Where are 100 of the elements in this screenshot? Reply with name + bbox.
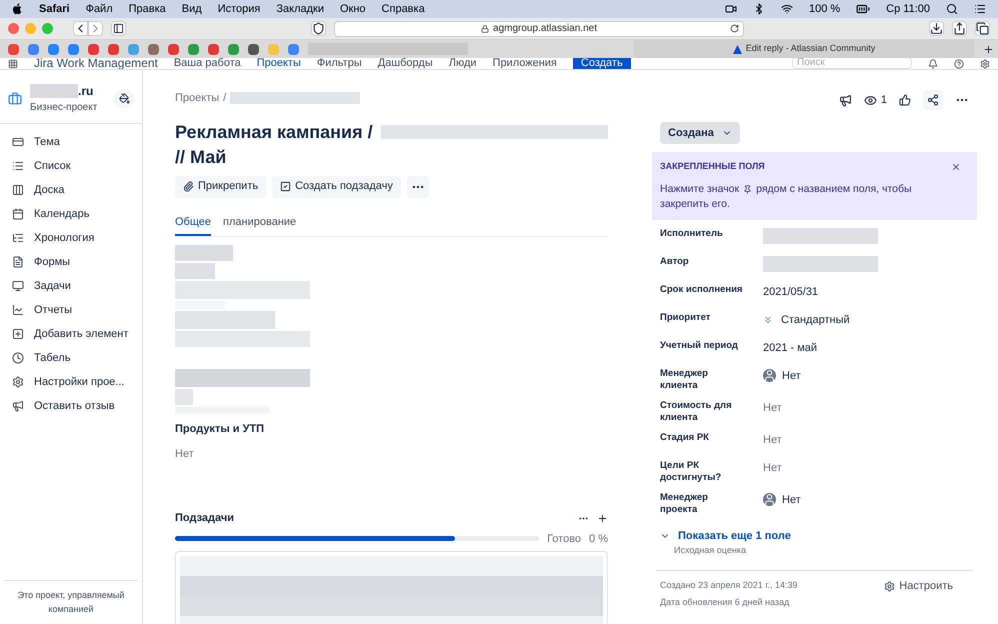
clock[interactable]: Ср 11:00 bbox=[886, 0, 930, 18]
search-field[interactable]: Поиск bbox=[792, 58, 912, 69]
share-button[interactable] bbox=[923, 90, 943, 110]
tabs-icon[interactable] bbox=[975, 21, 990, 36]
favicon-icon[interactable] bbox=[168, 44, 179, 54]
app-menu[interactable]: Safari bbox=[39, 0, 70, 18]
nav-item[interactable]: Проекты bbox=[256, 58, 301, 69]
app-switcher-icon[interactable] bbox=[8, 59, 18, 69]
camera-icon[interactable] bbox=[724, 3, 737, 15]
pin-icon bbox=[743, 184, 752, 194]
watchers-count: 1 bbox=[880, 92, 887, 108]
share-icon[interactable] bbox=[952, 21, 967, 36]
close-icon[interactable] bbox=[951, 162, 961, 172]
field-value: Нет bbox=[763, 400, 782, 416]
field-label: Автор bbox=[660, 256, 690, 268]
more-button[interactable] bbox=[406, 176, 429, 198]
sidebar-item[interactable]: Список bbox=[34, 158, 71, 174]
field-label: Цели РК достигнуты? bbox=[660, 460, 722, 484]
favicon-icon[interactable] bbox=[48, 44, 59, 54]
field-label: Менеджер клиента bbox=[660, 368, 709, 392]
help-icon[interactable] bbox=[954, 59, 964, 69]
project-icon bbox=[8, 92, 22, 106]
sidebar-item[interactable]: Календарь bbox=[34, 206, 90, 222]
address-bar[interactable]: agmgroup.atlassian.net bbox=[334, 20, 744, 36]
menu-item[interactable]: История bbox=[218, 0, 260, 18]
add-icon[interactable] bbox=[597, 512, 608, 524]
tab[interactable]: планирование bbox=[223, 214, 296, 236]
sidebar-item[interactable]: Табель bbox=[34, 350, 70, 366]
status-dropdown[interactable]: Создана bbox=[660, 122, 740, 144]
sidebar-icon[interactable] bbox=[111, 21, 126, 36]
menu-item[interactable]: Правка bbox=[128, 0, 166, 18]
configure-button[interactable]: Настроить bbox=[884, 578, 953, 594]
attach-button[interactable]: Прикрепить bbox=[175, 176, 266, 198]
field-label: Стоимость для клиента bbox=[660, 400, 733, 424]
reload-icon[interactable] bbox=[730, 24, 739, 33]
nav-item[interactable]: Люди bbox=[448, 58, 477, 69]
updated-date: Дата обновления 6 дней назад bbox=[660, 596, 790, 609]
breadcrumb-separator: / bbox=[223, 91, 226, 106]
watch-icon[interactable] bbox=[864, 94, 877, 106]
favicon-icon[interactable] bbox=[8, 44, 19, 54]
progress-label: Готово bbox=[547, 532, 582, 546]
apple-icon[interactable] bbox=[12, 3, 23, 15]
paint-bucket-icon bbox=[118, 93, 130, 104]
favicon-icon[interactable] bbox=[208, 44, 219, 54]
favicon-icon[interactable] bbox=[148, 44, 159, 54]
sidebar-item[interactable]: Формы bbox=[34, 254, 70, 270]
banner-text: рядом с названием поля, чтобы bbox=[756, 182, 912, 196]
sidebar-item[interactable]: Хронология bbox=[34, 230, 94, 246]
create-subtask-button[interactable]: Создать подзадачу bbox=[272, 176, 401, 198]
create-button[interactable]: Создать bbox=[572, 58, 631, 69]
theme-button[interactable] bbox=[114, 88, 134, 108]
sidebar-item-icon bbox=[12, 400, 24, 412]
field-label: Приоритет bbox=[660, 312, 712, 324]
back-icon[interactable] bbox=[73, 21, 88, 36]
sidebar-item-icon bbox=[12, 256, 24, 268]
sidebar-item[interactable]: Тема bbox=[34, 134, 60, 150]
favicon-icon[interactable] bbox=[88, 44, 99, 54]
browser-tab[interactable]: Edit reply - Atlassian Community bbox=[634, 40, 974, 58]
menu-item[interactable]: Файл bbox=[86, 0, 113, 18]
sidebar-item[interactable]: Настройки прое... bbox=[34, 374, 124, 390]
favicon-icon[interactable] bbox=[68, 44, 79, 54]
gear-icon bbox=[884, 581, 896, 592]
menu-item[interactable]: Справка bbox=[382, 0, 425, 18]
sidebar-item[interactable]: Задачи bbox=[34, 278, 71, 294]
sidebar-item[interactable]: Отчеты bbox=[34, 302, 72, 318]
notifications-icon[interactable] bbox=[928, 59, 938, 69]
like-icon[interactable] bbox=[899, 94, 911, 106]
field-value: 2021/05/31 bbox=[763, 284, 818, 300]
favicon-icon[interactable] bbox=[108, 44, 119, 54]
nav-item[interactable]: Дашборды bbox=[378, 58, 433, 69]
favicon-icon[interactable] bbox=[28, 44, 39, 54]
field-value: Нет bbox=[175, 446, 195, 462]
privacy-icon[interactable] bbox=[311, 21, 326, 36]
sidebar-item[interactable]: Доска bbox=[34, 182, 64, 198]
show-more-link[interactable]: Показать еще 1 поле bbox=[678, 528, 791, 544]
settings-icon[interactable] bbox=[980, 59, 990, 69]
tab[interactable]: Общее bbox=[175, 214, 212, 236]
favicon-icon[interactable] bbox=[288, 44, 299, 54]
nav-item[interactable]: Фильтры bbox=[316, 58, 362, 69]
battery-icon[interactable] bbox=[856, 2, 870, 16]
sidebar-item[interactable]: Добавить элемент bbox=[34, 326, 128, 342]
avatar-icon bbox=[763, 493, 776, 506]
nav-item[interactable]: Ваша работа bbox=[174, 58, 241, 69]
nav-item[interactable]: Приложения bbox=[492, 58, 557, 69]
menu-item[interactable]: Окно bbox=[340, 0, 366, 18]
breadcrumb-link[interactable]: Проекты bbox=[175, 90, 220, 106]
triangle-logo-icon bbox=[732, 44, 742, 54]
sidebar-item-icon bbox=[12, 352, 24, 364]
megaphone-icon[interactable] bbox=[838, 94, 852, 106]
menu-item[interactable]: Закладки bbox=[276, 0, 324, 18]
field-label: Продукты и УТП bbox=[175, 422, 266, 437]
field-label: Стадия РК bbox=[660, 432, 710, 444]
sidebar-item[interactable]: Оставить отзыв bbox=[34, 398, 115, 414]
search-icon[interactable] bbox=[946, 3, 958, 15]
menu-item[interactable]: Вид bbox=[182, 0, 202, 18]
sidebar-item-icon bbox=[12, 136, 24, 148]
favicon-icon[interactable] bbox=[248, 44, 259, 54]
new-tab-icon[interactable] bbox=[983, 44, 994, 54]
download-icon[interactable] bbox=[929, 21, 944, 36]
created-date: Создано 23 апреля 2021 г., 14:39 bbox=[660, 578, 799, 592]
